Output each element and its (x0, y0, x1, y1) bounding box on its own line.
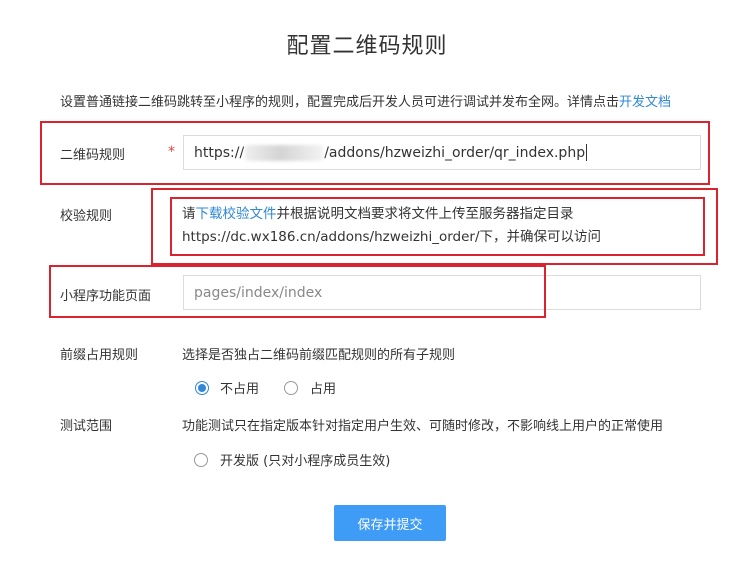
verify-rule-label: 校验规则 (60, 209, 113, 224)
radio-occupy[interactable]: 占用 (284, 378, 336, 397)
dev-docs-link[interactable]: 开发文档 (619, 95, 671, 110)
highlight-box-qr-rule (40, 121, 710, 185)
radio-unchecked-icon[interactable] (194, 452, 208, 467)
highlight-box-verify-inner (170, 197, 705, 256)
test-scope-hint: 功能测试只在指定版本针对指定用户生效、可随时修改，不影响线上用户的正常使用 (182, 419, 664, 434)
prefix-rule-label: 前缀占用规则 (60, 348, 139, 363)
test-scope-label: 测试范围 (60, 419, 113, 434)
radio-occupy-label: 占用 (310, 382, 337, 397)
radio-dev-version-label: 开发版 (只对小程序成员生效) (220, 454, 391, 469)
page-description: 设置普通链接二维码跳转至小程序的规则，配置完成后开发人员可进行调试并发布全网。详… (60, 91, 671, 110)
page-title: 配置二维码规则 (286, 34, 448, 59)
save-submit-button[interactable]: 保存并提交 (334, 505, 446, 541)
radio-unchecked-icon[interactable] (284, 380, 298, 395)
radio-checked-icon[interactable] (195, 380, 209, 395)
radio-not-occupy[interactable]: 不占用 (195, 378, 259, 397)
radio-dev-version[interactable]: 开发版 (只对小程序成员生效) (194, 450, 390, 469)
radio-not-occupy-label: 不占用 (220, 382, 260, 397)
highlight-box-function-page (49, 265, 546, 318)
prefix-rule-hint: 选择是否独占二维码前缀匹配规则的所有子规则 (182, 348, 456, 363)
description-text: 设置普通链接二维码跳转至小程序的规则，配置完成后开发人员可进行调试并发布全网。详… (60, 95, 620, 110)
